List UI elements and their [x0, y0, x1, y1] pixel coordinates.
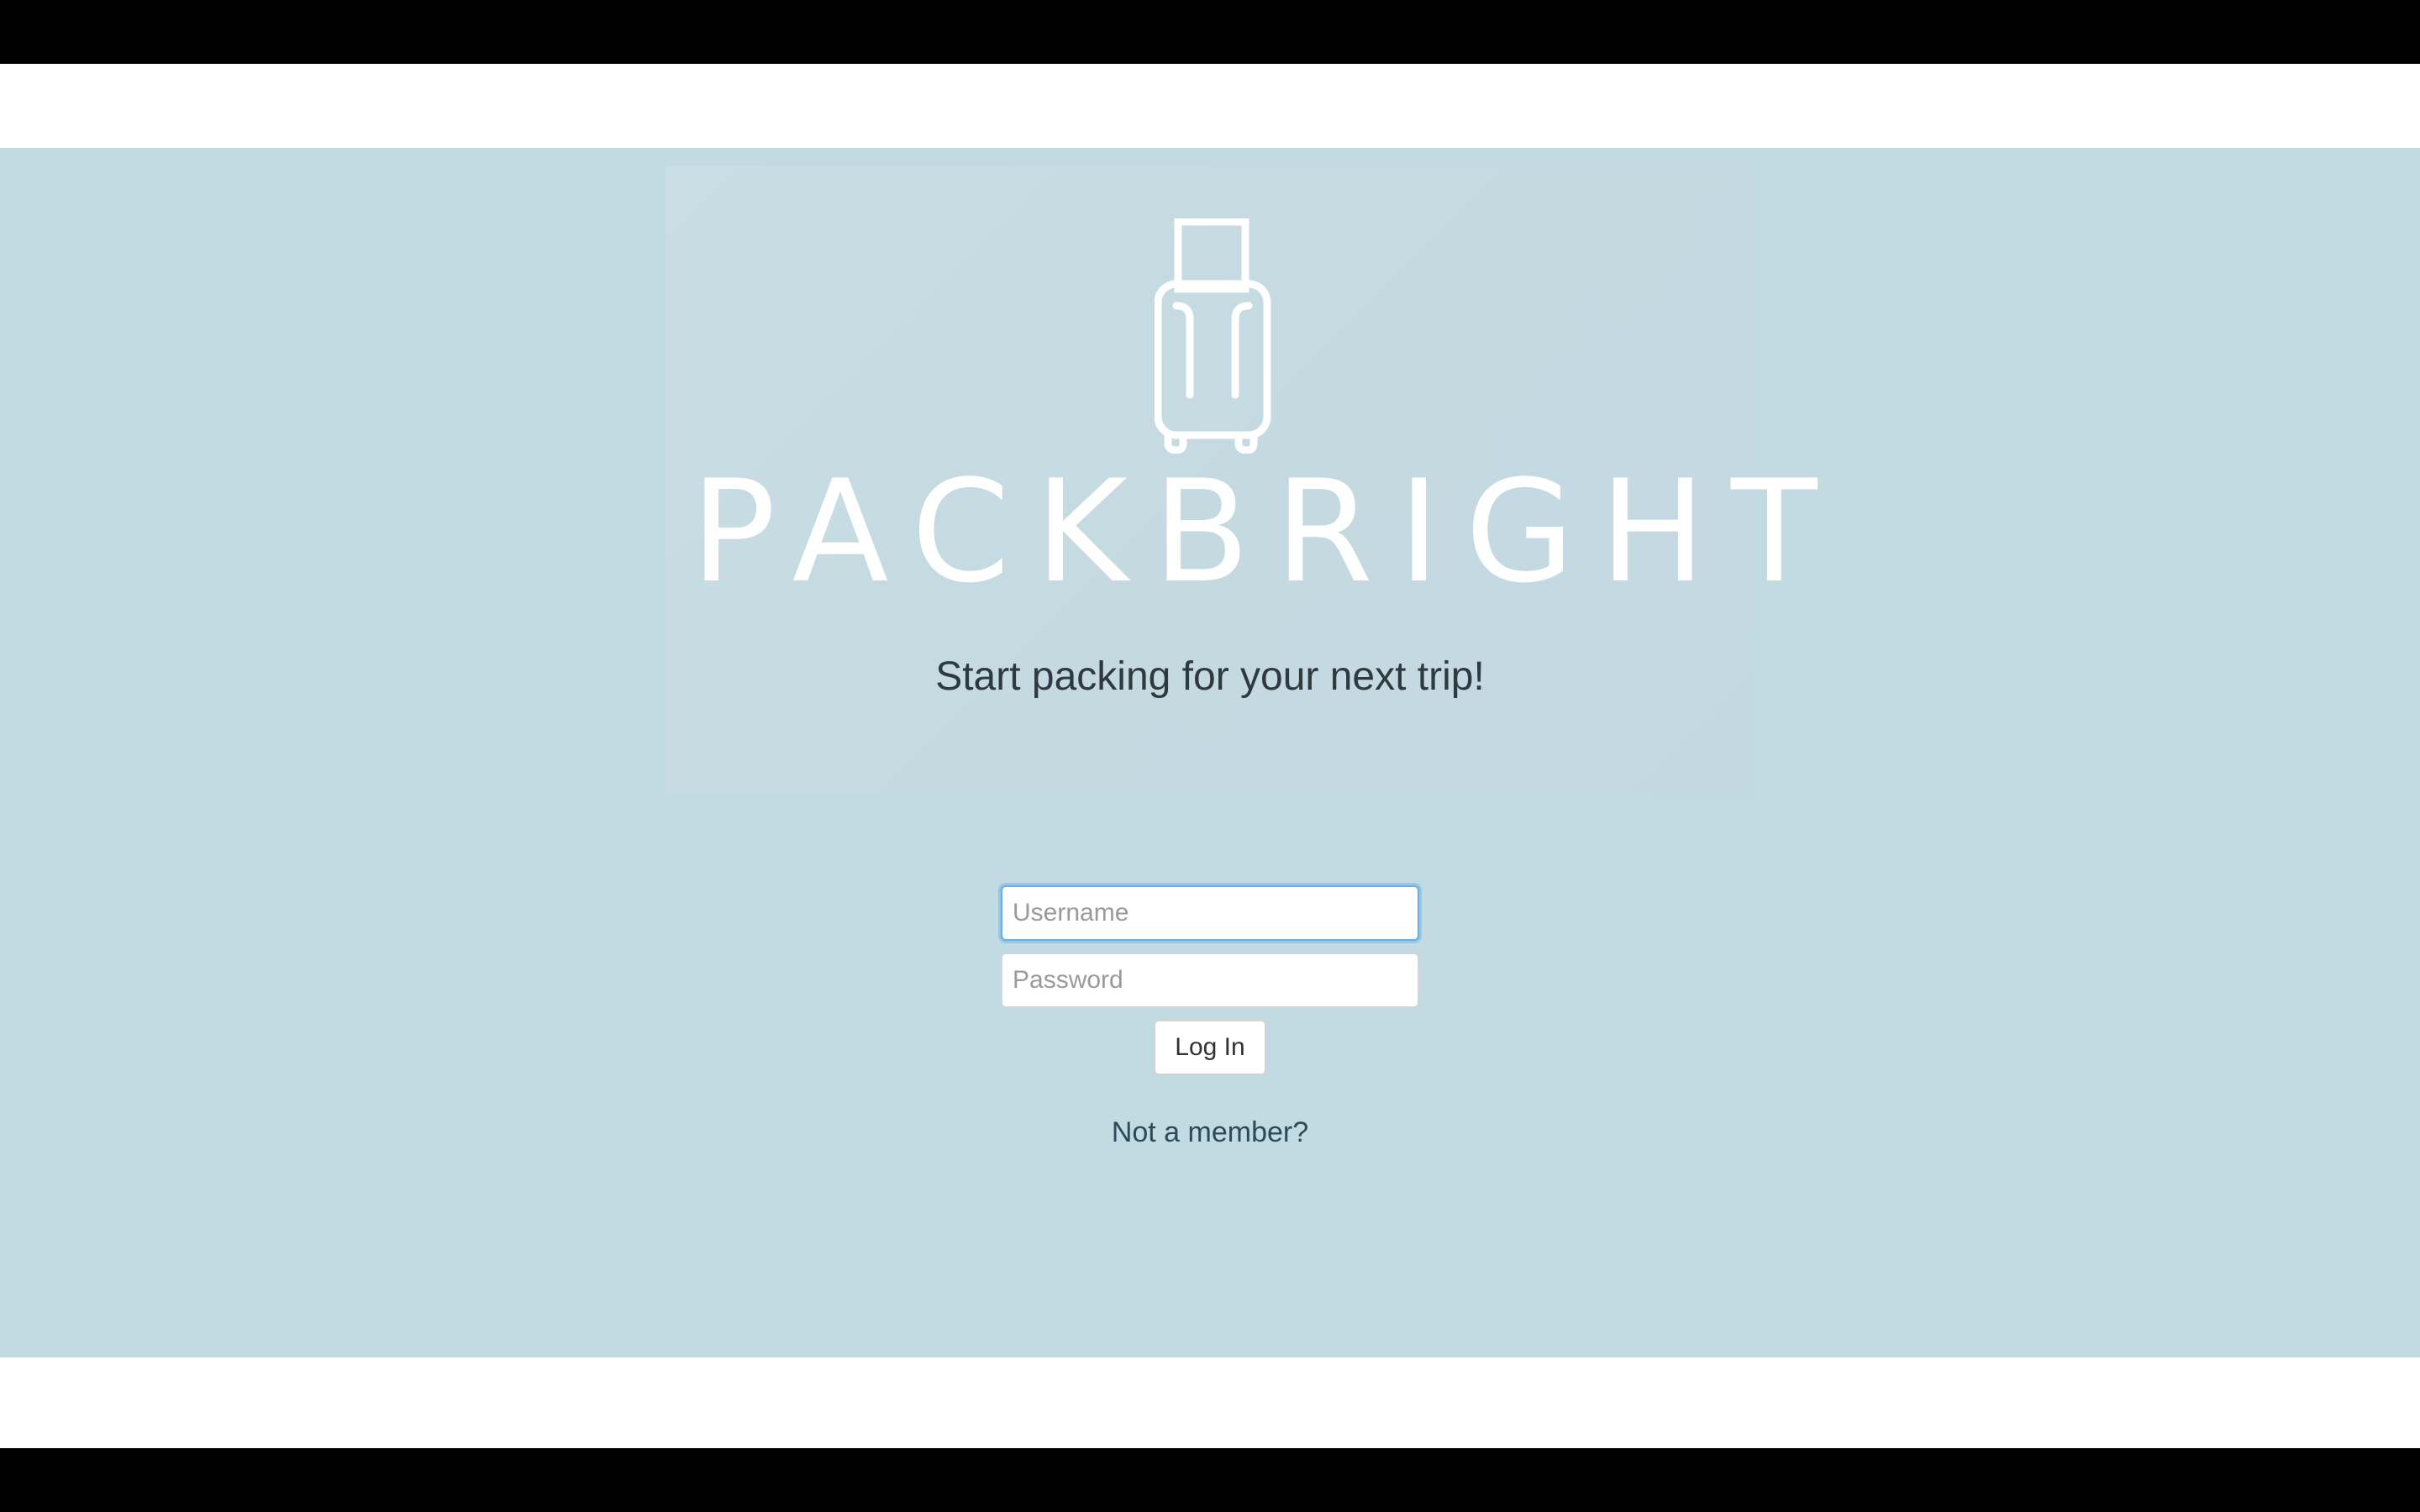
letterbox-top — [0, 0, 2420, 64]
brand-wordmark: PACKBRIGHT — [691, 449, 1843, 614]
screen: PACKBRIGHT Start packing for your next t… — [0, 0, 2420, 1512]
footer-strip — [0, 1357, 2420, 1448]
signup-link[interactable]: Not a member? — [0, 1114, 2420, 1151]
username-input[interactable] — [1001, 885, 1419, 941]
header-strip — [0, 64, 2420, 148]
letterbox-bottom — [0, 1448, 2420, 1512]
suitcase-icon — [1155, 218, 1271, 454]
page-tagline: Start packing for your next trip! — [935, 654, 1485, 699]
logo-panel: PACKBRIGHT — [666, 166, 1843, 798]
password-input[interactable] — [1001, 953, 1419, 1008]
login-button[interactable]: Log In — [1154, 1020, 1266, 1075]
hero-section: PACKBRIGHT Start packing for your next t… — [0, 148, 2420, 1357]
